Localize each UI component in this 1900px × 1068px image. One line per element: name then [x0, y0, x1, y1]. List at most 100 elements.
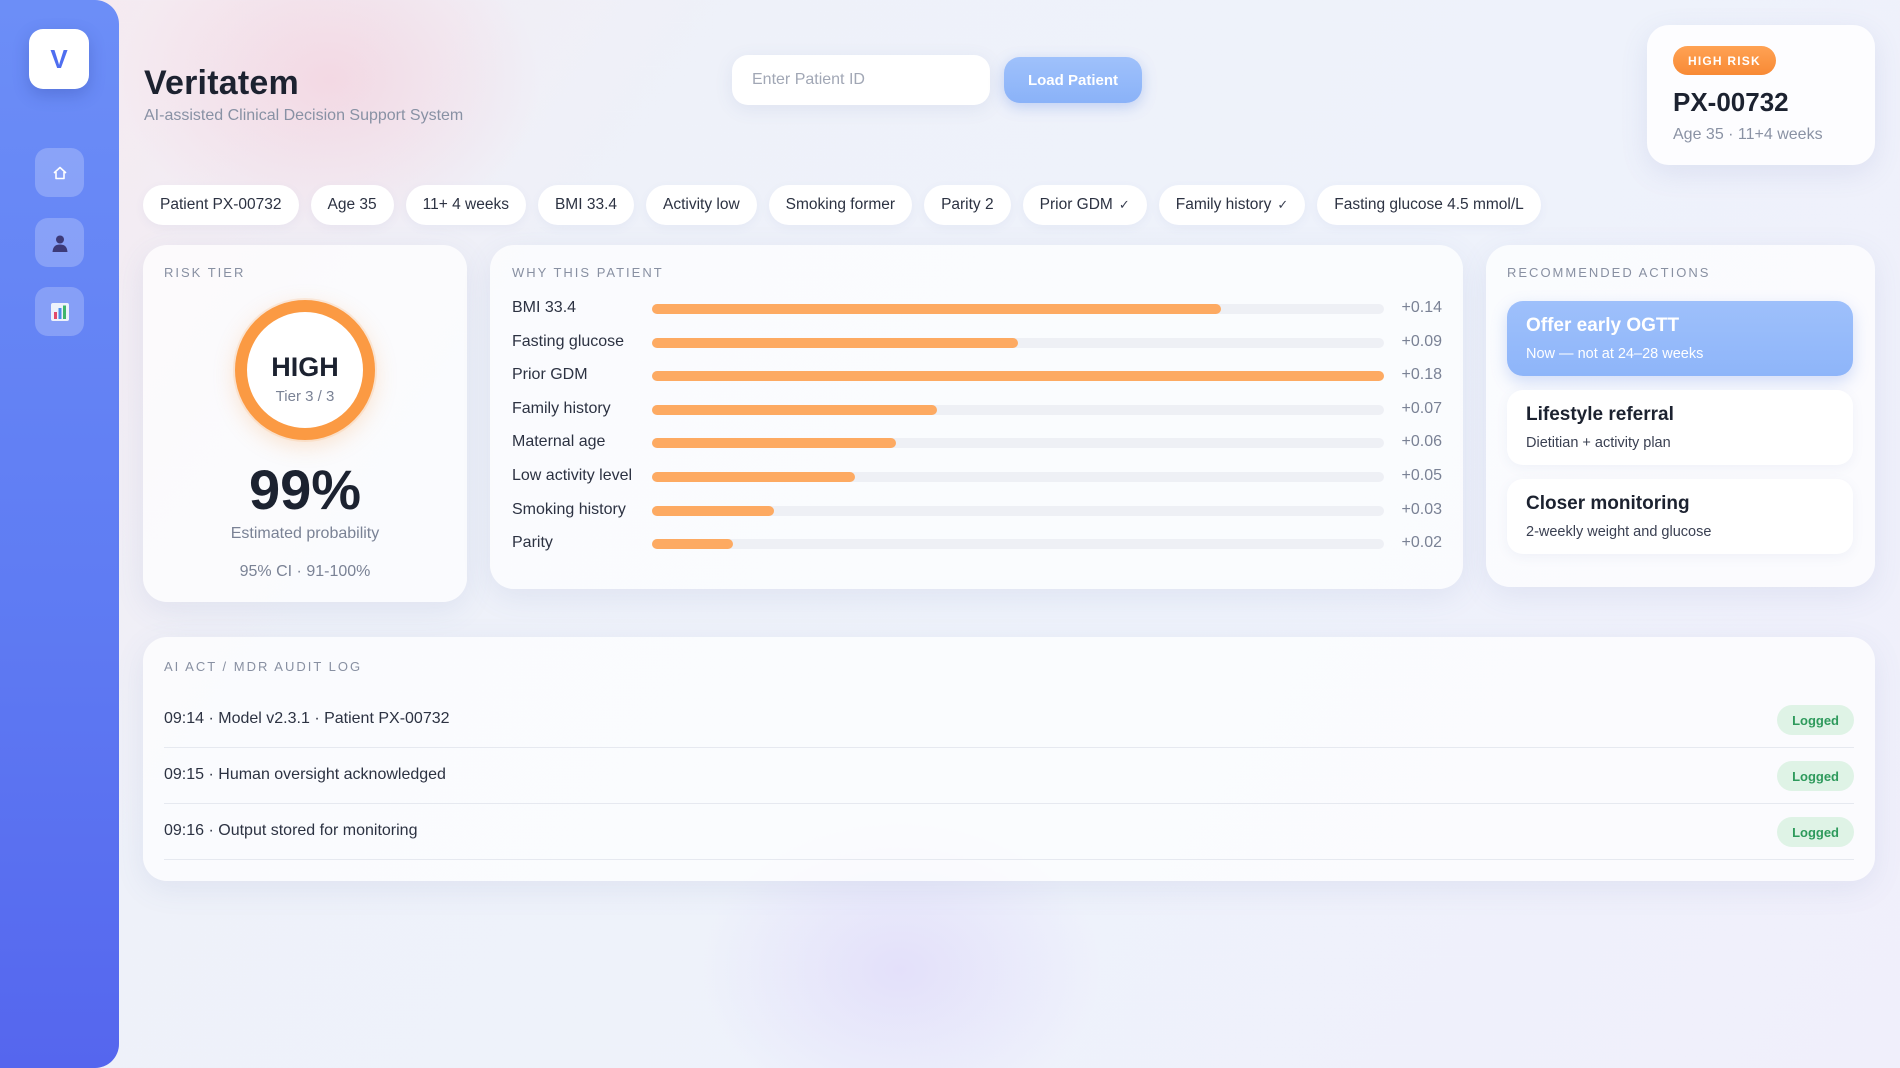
risk-tier-label: RISK TIER [164, 265, 246, 280]
factor-bar-fill [652, 304, 1222, 314]
factor-label: Parity [512, 534, 553, 552]
action-title: Closer monitoring [1526, 493, 1690, 514]
action-closer-monitoring[interactable]: Closer monitoring 2-weekly weight and gl… [1507, 479, 1853, 554]
bar-chart-icon [50, 302, 69, 321]
sidebar-item-home[interactable] [35, 148, 84, 197]
factor-bar-fill [652, 404, 937, 415]
factor-bar-track [652, 371, 1384, 382]
factor-row: BMI 33.4 +0.14 [512, 298, 1442, 320]
chip-family-history: Family history ✓ [1158, 185, 1306, 225]
factor-row: Family history +0.07 [512, 399, 1442, 421]
factor-row: Fasting glucose +0.09 [512, 332, 1442, 354]
factor-bar-fill [652, 539, 734, 550]
factor-bar-track [652, 539, 1384, 550]
factor-bar-track [652, 472, 1384, 482]
factor-label: Family history [512, 399, 611, 417]
check-icon: ✓ [1277, 197, 1289, 212]
chip-smoking: Smoking former [768, 185, 913, 225]
action-subtitle: 2-weekly weight and glucose [1526, 524, 1712, 540]
check-icon: ✓ [1118, 197, 1130, 212]
chip-fasting-glucose: Fasting glucose 4.5 mmol/L [1317, 185, 1541, 225]
patient-id-input[interactable] [732, 55, 990, 105]
factor-bar-fill [652, 472, 856, 482]
factor-bar-track [652, 438, 1384, 449]
factor-value: +0.06 [1401, 433, 1442, 451]
risk-tier-card: RISK TIER HIGH Tier 3 / 3 99% Estimated … [143, 245, 467, 602]
factor-bar-track [652, 505, 1384, 516]
factor-value: +0.05 [1401, 467, 1442, 484]
load-patient-button[interactable]: Load Patient [1004, 57, 1142, 103]
app-logo[interactable]: V [29, 29, 89, 89]
audit-entry-text: 09:15 · Human oversight acknowledged [164, 766, 446, 783]
factor-value: +0.02 [1401, 534, 1442, 552]
chip-age: Age 35 [310, 185, 394, 225]
action-subtitle: Dietitian + activity plan [1526, 435, 1671, 451]
factor-bar-track [652, 304, 1384, 314]
app-subtitle: AI-assisted Clinical Decision Support Sy… [144, 107, 464, 124]
probability-value: 99% [248, 458, 362, 521]
factor-bar-fill [652, 337, 1018, 348]
app-title: Veritatem [144, 64, 299, 102]
risk-tier-name: HIGH [271, 352, 339, 382]
factor-value: +0.07 [1401, 399, 1442, 417]
why-this-patient-card: WHY THIS PATIENT BMI 33.4 +0.14 Fasting gl… [490, 245, 1463, 589]
action-lifestyle-referral[interactable]: Lifestyle referral Dietitian + activity … [1507, 390, 1853, 465]
factor-value: +0.14 [1401, 299, 1442, 316]
factor-row: Maternal age +0.06 [512, 432, 1442, 454]
sidebar: V [0, 0, 119, 1068]
user-icon [52, 235, 67, 252]
audit-log-row: 09:14 · Model v2.3.1 · Patient PX-00732 … [164, 692, 1854, 748]
chip-parity: Parity 2 [924, 185, 1011, 225]
audit-log-card: AI ACT / MDR AUDIT LOG 09:14 · Model v2.… [143, 637, 1875, 881]
confidence-interval: 95% CI · 91-100% [239, 563, 371, 580]
factor-value: +0.09 [1401, 332, 1442, 350]
audit-label: AI ACT / MDR AUDIT LOG [164, 659, 363, 674]
action-title: Lifestyle referral [1526, 404, 1674, 425]
factor-row: Low activity level +0.05 [512, 466, 1442, 488]
risk-ring: HIGH Tier 3 / 3 [235, 300, 375, 440]
factor-value: +0.18 [1401, 366, 1442, 384]
factor-label: Maternal age [512, 433, 606, 451]
recommended-actions-card: RECOMMENDED ACTIONS Offer early OGTT Now… [1486, 245, 1875, 587]
factor-bar-fill [652, 371, 1384, 382]
audit-log-row: 09:15 · Human oversight acknowledged Log… [164, 748, 1854, 804]
risk-tier-text: Tier 3 / 3 [275, 388, 335, 405]
factor-bar-track [652, 404, 1384, 415]
factor-label: Smoking history [512, 500, 626, 518]
status-badge: Logged [1777, 761, 1854, 791]
factor-label: Fasting glucose [512, 332, 625, 350]
factor-bar-fill [652, 505, 774, 516]
action-offer-early-ogtt[interactable]: Offer early OGTT Now — not at 24–28 week… [1507, 301, 1853, 376]
chip-patient: Patient PX-00732 [143, 185, 299, 225]
status-badge: Logged [1777, 705, 1854, 735]
audit-entry-text: 09:16 · Output stored for monitoring [164, 822, 418, 839]
patient-attribute-chips: Patient PX-00732 Age 35 11+ 4 weeks BMI … [143, 185, 1541, 225]
factor-bar-track [652, 337, 1384, 348]
action-title: Offer early OGTT [1526, 315, 1680, 336]
home-icon [52, 166, 67, 179]
probability-label: Estimated probability [230, 525, 380, 542]
audit-log-row: 09:16 · Output stored for monitoring Log… [164, 804, 1854, 860]
factor-value: +0.03 [1401, 500, 1442, 518]
sidebar-item-patient[interactable] [35, 218, 84, 267]
patient-id: PX-00732 [1673, 87, 1789, 117]
factor-row: Smoking history +0.03 [512, 500, 1442, 522]
factor-row: Parity +0.02 [512, 533, 1442, 555]
chip-activity: Activity low [646, 185, 757, 225]
sidebar-item-analytics[interactable] [35, 287, 84, 336]
audit-entry-text: 09:14 · Model v2.3.1 · Patient PX-00732 [164, 710, 450, 727]
chip-prior-gdm: Prior GDM ✓ [1022, 185, 1147, 225]
factor-label: Low activity level [512, 467, 633, 484]
factor-label: Prior GDM [512, 366, 588, 384]
factor-row: Prior GDM +0.18 [512, 365, 1442, 387]
actions-label: RECOMMENDED ACTIONS [1507, 265, 1711, 280]
why-label: WHY THIS PATIENT [512, 265, 664, 280]
chip-gestation: 11+ 4 weeks [405, 185, 526, 225]
chip-bmi: BMI 33.4 [537, 185, 634, 225]
patient-summary-card: HIGH RISK PX-00732 Age 35 · 11+4 weeks [1647, 25, 1875, 165]
factor-bar-fill [652, 438, 896, 449]
patient-meta: Age 35 · 11+4 weeks [1673, 126, 1823, 143]
factor-label: BMI 33.4 [512, 299, 577, 316]
action-subtitle: Now — not at 24–28 weeks [1526, 346, 1704, 362]
status-badge: Logged [1777, 817, 1854, 847]
